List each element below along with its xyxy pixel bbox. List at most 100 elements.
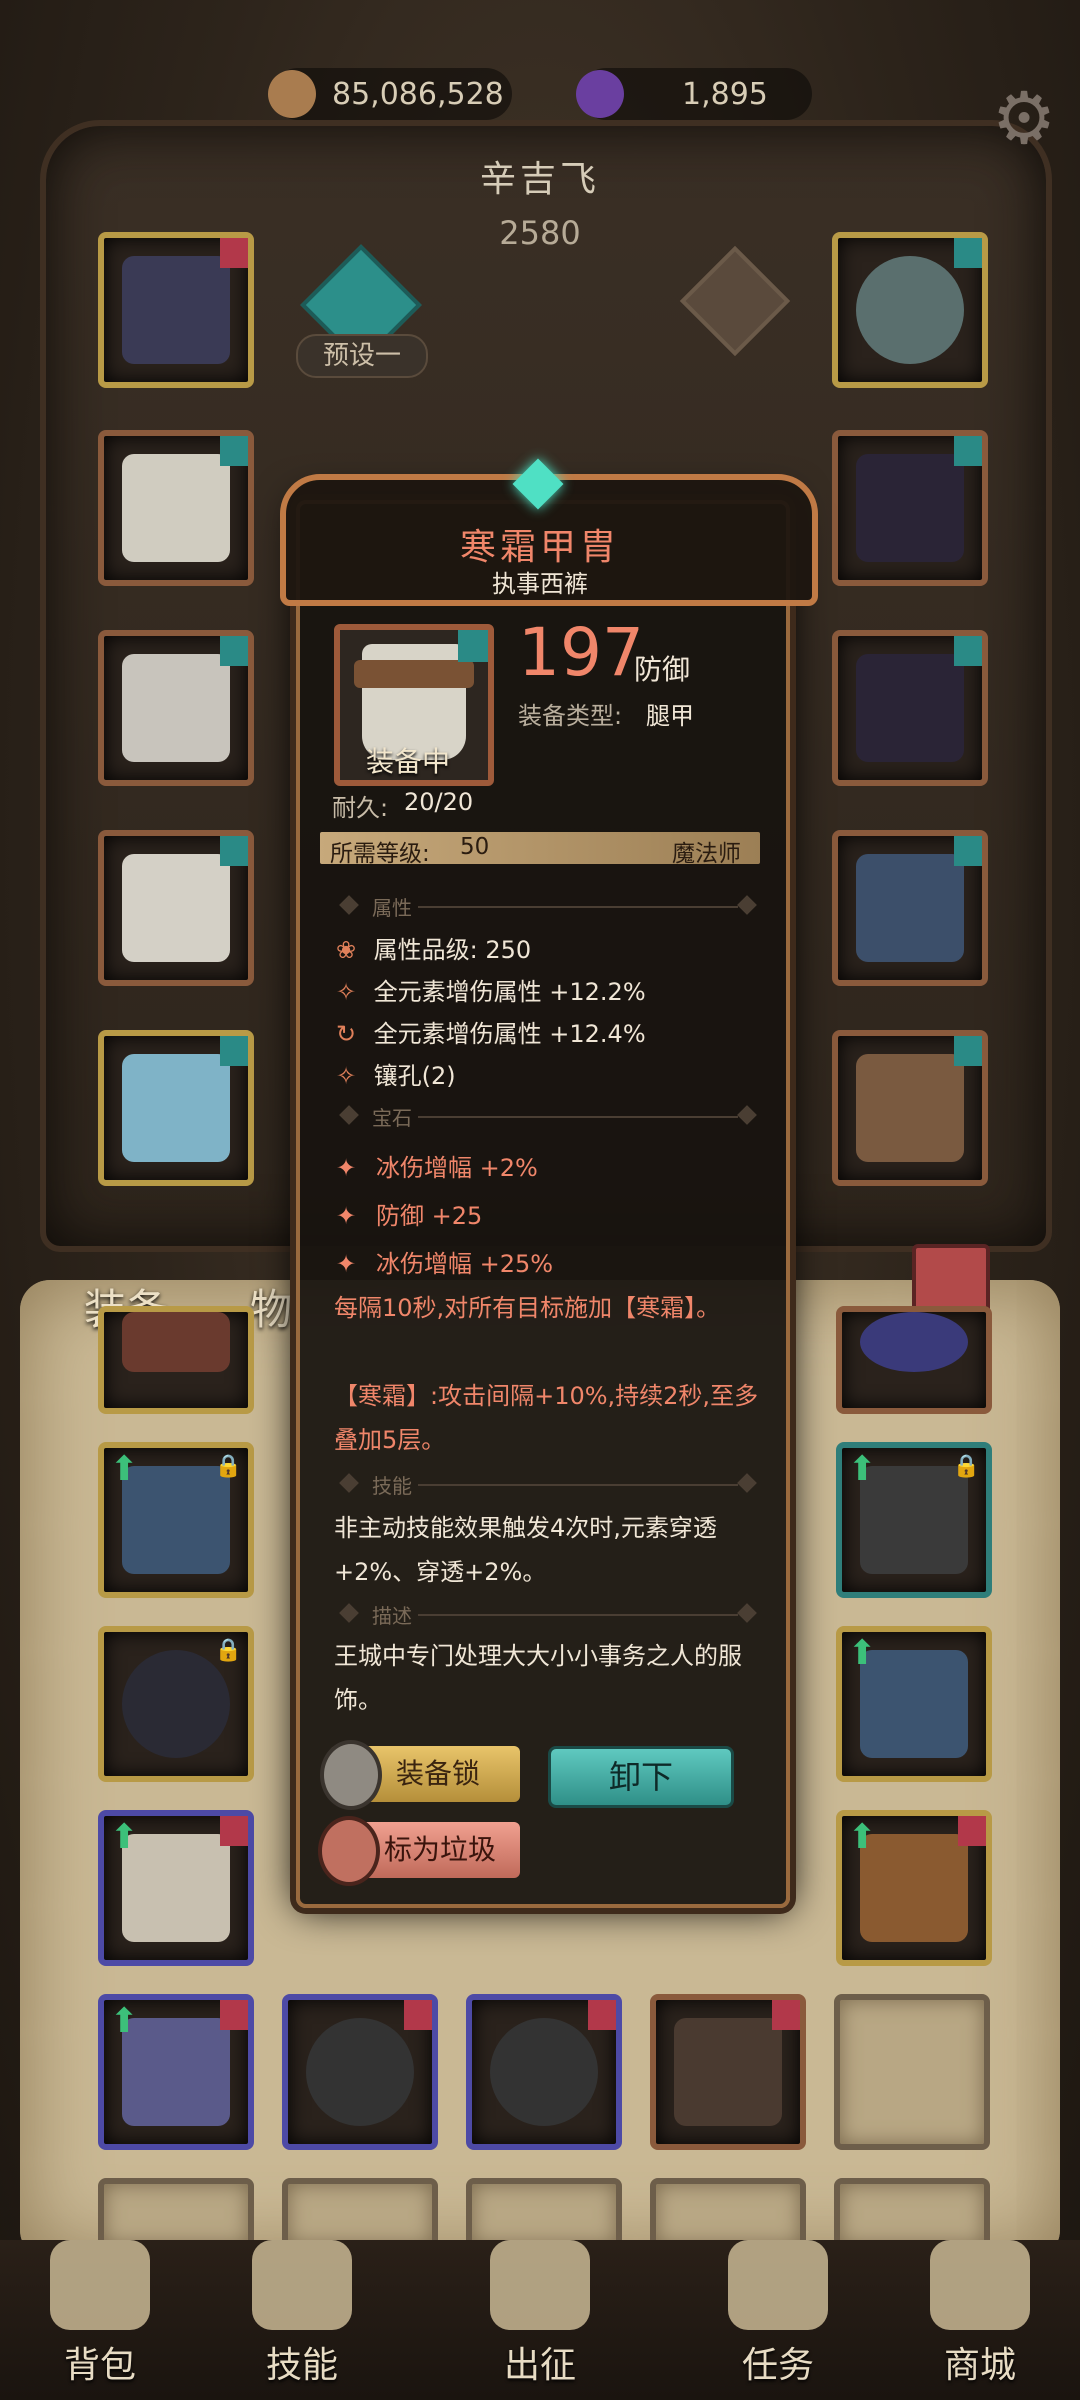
tier-badge <box>458 630 488 662</box>
book-icon <box>856 1054 964 1162</box>
gem-row: ✦ 冰伤增幅 +2% <box>336 1148 538 1183</box>
equip-slot-gloves[interactable] <box>98 630 254 786</box>
nav-expedition[interactable]: 出征 <box>470 2240 610 2388</box>
stat-row: ✧ 全元素增伤属性 +12.2% <box>336 972 646 1007</box>
equip-type-value: 腿甲 <box>646 702 694 730</box>
purple-crystal-icon <box>576 70 624 118</box>
section-description: 描述 <box>338 1600 758 1628</box>
tier-badge <box>954 1036 982 1066</box>
section-title: 描述 <box>372 1604 412 1628</box>
gem-amount: 1,895 <box>682 76 768 112</box>
claw-icon <box>856 654 964 762</box>
tier-badge <box>954 636 982 666</box>
quality-icon: ❀ <box>336 936 357 964</box>
equip-slot-boots[interactable] <box>98 1030 254 1186</box>
backpack-icon <box>50 2240 150 2330</box>
inventory-slot[interactable] <box>836 1306 992 1414</box>
boots-icon <box>122 1054 230 1162</box>
inventory-slot[interactable]: 🔒 <box>98 1626 254 1782</box>
tier-badge <box>404 2000 432 2030</box>
equip-slot-offhand[interactable] <box>832 1030 988 1186</box>
nav-quests[interactable]: 任务 <box>708 2240 848 2388</box>
preset-label[interactable]: 预设一 <box>296 334 428 378</box>
helmet-icon <box>122 256 230 364</box>
effect-text: 每隔10秒,对所有目标施加【寒霜】。 <box>334 1294 721 1322</box>
nav-label: 背包 <box>63 2345 136 2386</box>
tab-items[interactable]: 物 <box>250 1276 292 1337</box>
description-text: 王城中专门处理大大小小事务之人的服饰。 <box>334 1642 742 1714</box>
nav-label: 出征 <box>503 2345 576 2386</box>
unequip-button[interactable]: 卸下 <box>548 1746 734 1808</box>
nav-label: 任务 <box>741 2345 814 2386</box>
required-class: 魔法师 <box>672 841 741 867</box>
nav-shop[interactable]: 商城 <box>910 2240 1050 2388</box>
tier-badge <box>220 1816 248 1846</box>
stat-row: ↻ 全元素增伤属性 +12.4% <box>336 1014 646 1049</box>
gem-sparkle-icon: ✦ <box>336 1250 357 1278</box>
effect-text: 【寒霜】:攻击间隔+10%,持续2秒,至多叠加5层。 <box>334 1382 759 1454</box>
tier-badge <box>954 436 982 466</box>
inventory-slot[interactable]: ⬆ <box>98 1810 254 1966</box>
section-attributes: 属性 <box>338 892 758 920</box>
inventory-slot[interactable]: ⬆ <box>98 1994 254 2150</box>
equip-slot-amulet[interactable] <box>832 232 988 388</box>
durability-value: 20/20 <box>404 788 474 816</box>
item-icon <box>122 1312 230 1372</box>
ring-icon <box>306 2018 414 2126</box>
gem-text: 防御 +25 <box>376 1202 483 1230</box>
upgrade-arrow-icon: ⬆ <box>110 1817 139 1857</box>
inventory-slot[interactable]: ⬆ <box>836 1626 992 1782</box>
gloves-icon <box>122 654 230 762</box>
upgrade-arrow-icon: ⬆ <box>848 1633 877 1673</box>
inventory-slot[interactable]: ⬆ 🔒 <box>836 1442 992 1598</box>
lantern-icon <box>318 1816 380 1886</box>
bottom-nav: 背包 技能 出征 任务 商城 <box>0 2240 1080 2400</box>
stat-text: 全元素增伤属性 +12.2% <box>373 978 646 1006</box>
inventory-slot[interactable] <box>98 1306 254 1414</box>
lock-icon: 🔒 <box>952 1454 980 1479</box>
inventory-slot[interactable]: ⬆ 🔒 <box>98 1442 254 1598</box>
section-title: 技能 <box>372 1474 412 1498</box>
upgrade-arrow-icon: ⬆ <box>110 2001 139 2041</box>
tier-badge <box>954 836 982 866</box>
tier-badge <box>588 2000 616 2030</box>
pants-icon <box>122 854 230 962</box>
durability-label: 耐久: <box>332 794 389 822</box>
amulet-icon <box>674 2018 782 2126</box>
upgrade-arrow-icon: ⬆ <box>848 1817 877 1857</box>
nav-skills[interactable]: 技能 <box>232 2240 372 2388</box>
refresh-icon: ↻ <box>336 1020 357 1048</box>
nav-backpack[interactable]: 背包 <box>30 2240 170 2388</box>
defense-value: 197 <box>518 614 644 691</box>
tier-badge <box>772 2000 800 2030</box>
amulet-icon <box>856 256 964 364</box>
upgrade-arrow-icon: ⬆ <box>110 1449 139 1489</box>
lock-icon: 🔒 <box>214 1454 242 1479</box>
gear-icon[interactable]: ⚙ <box>984 78 1064 158</box>
stat-text: 镶孔(2) <box>373 1062 456 1090</box>
ring-icon <box>490 2018 598 2126</box>
gem-sparkle-icon: ✦ <box>336 1202 357 1230</box>
gem-row: ✦ 冰伤增幅 +25% <box>336 1244 553 1279</box>
nav-label: 技能 <box>265 2345 338 2386</box>
inventory-slot[interactable]: ⬆ <box>836 1810 992 1966</box>
staff-icon <box>856 854 964 962</box>
inventory-slot-empty[interactable] <box>834 1994 990 2150</box>
stat-text: 属性品级: 250 <box>373 936 532 964</box>
inventory-slot[interactable] <box>466 1994 622 2150</box>
equip-type-label: 装备类型: <box>518 702 623 730</box>
equip-slot-ring-2[interactable] <box>832 630 988 786</box>
belt-shape <box>354 660 474 688</box>
inventory-slot[interactable] <box>650 1994 806 2150</box>
equip-slot-legs[interactable] <box>98 830 254 986</box>
section-skill: 技能 <box>338 1470 758 1498</box>
equip-slot-weapon[interactable] <box>832 830 988 986</box>
gem-text: 冰伤增幅 +2% <box>376 1154 538 1182</box>
inventory-slot[interactable] <box>282 1994 438 2150</box>
defense-label: 防御 <box>634 653 691 686</box>
equip-slot-helmet[interactable] <box>98 232 254 388</box>
nav-label: 商城 <box>943 2345 1016 2386</box>
shop-icon <box>930 2240 1030 2330</box>
tier-badge <box>220 436 248 466</box>
gem-sparkle-icon: ✦ <box>336 1154 357 1182</box>
